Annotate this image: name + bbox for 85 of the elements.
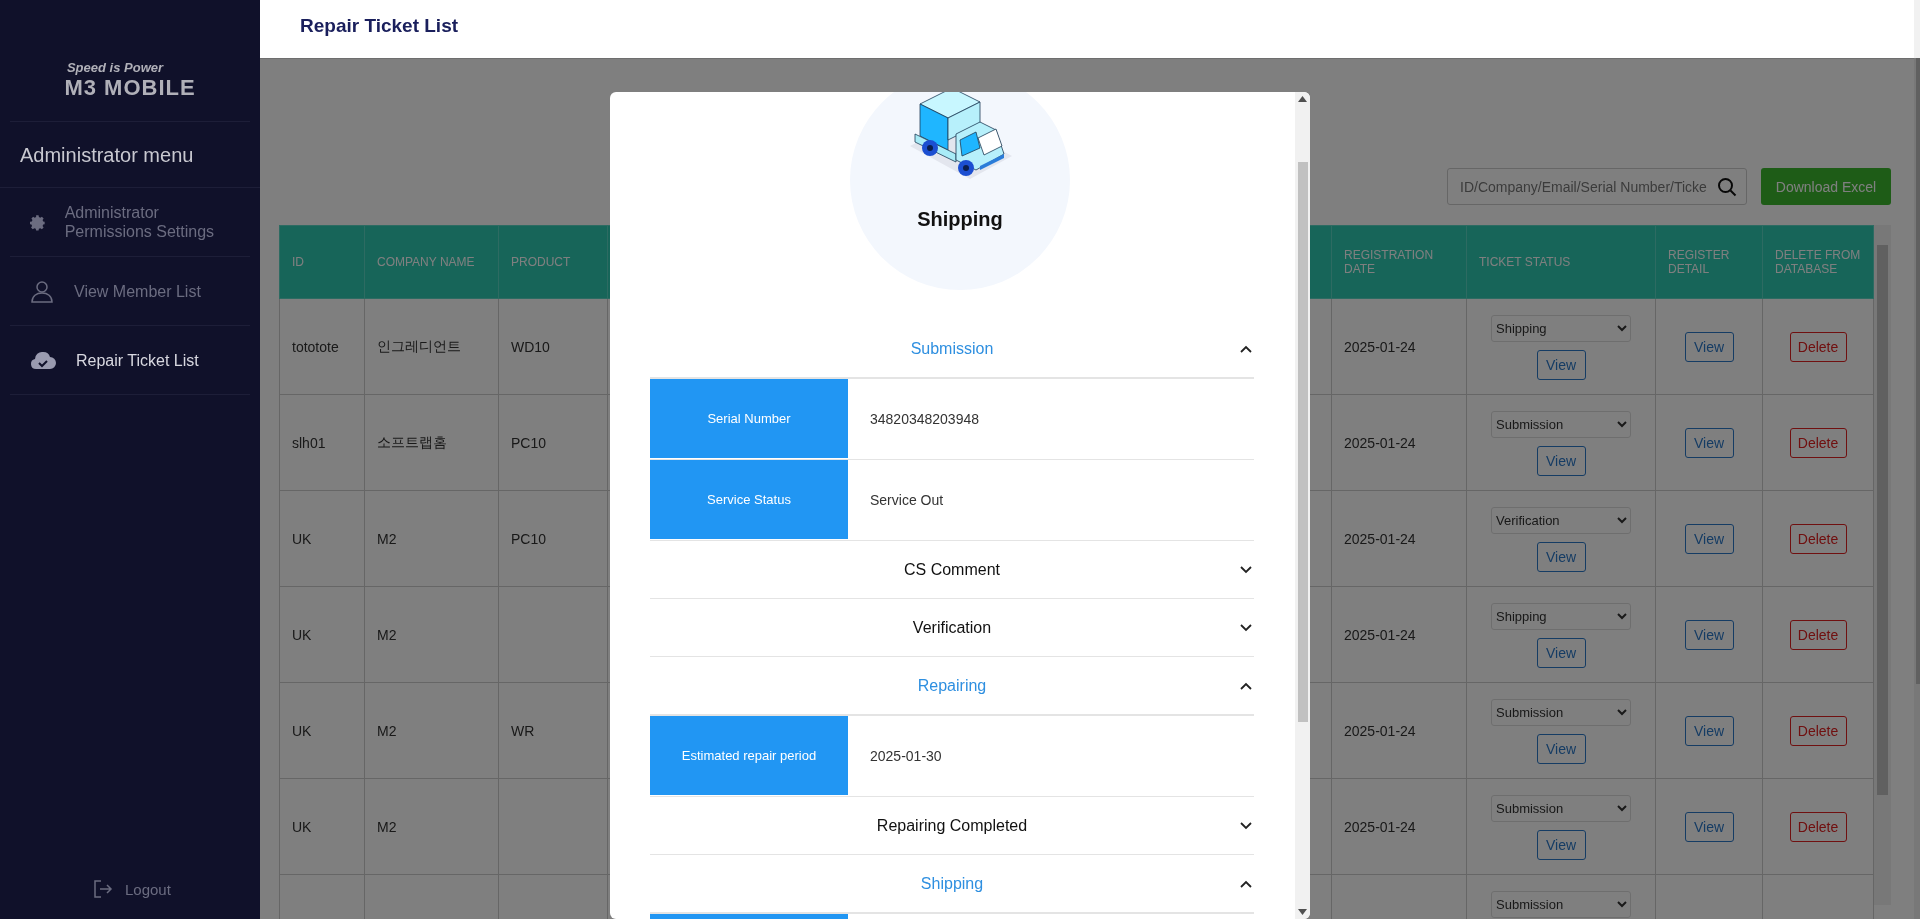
caret-up-icon bbox=[1240, 345, 1252, 353]
logo-tagline: Speed is Power bbox=[66, 60, 164, 75]
scrollbar[interactable] bbox=[1874, 225, 1891, 905]
view-button[interactable]: View bbox=[1684, 811, 1734, 842]
scrollbar[interactable] bbox=[1295, 92, 1310, 919]
table-cell: 소프트랩홈 bbox=[377, 433, 447, 450]
table-cell: WD10 bbox=[511, 338, 550, 355]
sidebar-item[interactable]: Administrator Permissions Settings bbox=[10, 188, 250, 257]
accordion-header[interactable]: CS Comment bbox=[650, 541, 1254, 599]
sidebar-item[interactable]: Repair Ticket List bbox=[10, 326, 250, 395]
delete-button[interactable]: Delete bbox=[1789, 619, 1847, 650]
table-cell: PC10 bbox=[511, 434, 547, 451]
status-dropdown[interactable]: Submission bbox=[1491, 411, 1631, 438]
cloud-icon bbox=[30, 349, 56, 371]
table-cell: UK bbox=[292, 818, 312, 835]
logo: M3 MOBILE bbox=[64, 75, 196, 101]
delete-button[interactable]: Delete bbox=[1789, 427, 1847, 458]
status-title: Shipping bbox=[917, 208, 1003, 231]
view-button[interactable]: View bbox=[1684, 523, 1734, 554]
scroll-up-icon bbox=[1298, 96, 1307, 102]
view-button[interactable]: View bbox=[1536, 734, 1586, 764]
table-cell: UK bbox=[292, 722, 312, 739]
column-header: TICKET STATUS bbox=[1479, 255, 1571, 269]
table-cell: UK bbox=[292, 626, 312, 643]
view-button[interactable]: View bbox=[1536, 446, 1586, 476]
column-header: REGISTRATION DATE bbox=[1344, 248, 1434, 276]
logout-link[interactable]: Logout bbox=[93, 879, 171, 899]
view-button[interactable]: View bbox=[1536, 542, 1586, 572]
view-button[interactable]: View bbox=[1536, 350, 1586, 380]
field-value: 34820348203948 bbox=[869, 410, 979, 429]
view-button[interactable]: View bbox=[1684, 619, 1734, 650]
caret-up-icon bbox=[1240, 682, 1252, 690]
download-button[interactable]: Download Excel bbox=[1761, 168, 1891, 205]
view-button[interactable]: View bbox=[1684, 331, 1734, 362]
table-cell: 2025-01-24 bbox=[1344, 530, 1416, 547]
table-cell: tototote bbox=[292, 338, 339, 355]
column-header: COMPANY NAME bbox=[377, 255, 475, 269]
column-header: REGISTER DETAIL bbox=[1668, 248, 1730, 276]
table-cell: 인그레디언트 bbox=[377, 337, 461, 354]
caret-down-icon bbox=[1240, 624, 1252, 632]
page-title: Repair Ticket List bbox=[300, 15, 459, 37]
caret-down-icon bbox=[1240, 566, 1252, 574]
status-dropdown[interactable]: Submission bbox=[1491, 891, 1631, 918]
delete-button[interactable]: Delete bbox=[1789, 331, 1847, 362]
table-cell: M2 bbox=[377, 818, 397, 835]
table-cell: 2025-01-24 bbox=[1344, 722, 1416, 739]
view-button[interactable]: View bbox=[1684, 427, 1734, 458]
field-label: Serial Number bbox=[650, 379, 848, 459]
field-label: Service Status bbox=[650, 460, 848, 540]
table-cell: M2 bbox=[377, 626, 397, 643]
delete-button[interactable]: Delete bbox=[1789, 811, 1847, 842]
field-value: 2025-01-30 bbox=[869, 747, 942, 766]
status-dropdown[interactable]: Shipping bbox=[1491, 315, 1631, 342]
column-header: PRODUCT bbox=[511, 255, 571, 269]
scroll-down-icon bbox=[1298, 909, 1307, 915]
person-icon bbox=[30, 279, 54, 303]
table-cell: M2 bbox=[377, 530, 397, 547]
status-dropdown[interactable]: Submission bbox=[1491, 795, 1631, 822]
search-icon bbox=[1717, 177, 1737, 197]
delete-button[interactable]: Delete bbox=[1789, 715, 1847, 746]
table-cell: 2025-01-24 bbox=[1344, 626, 1416, 643]
status-dropdown[interactable]: Submission bbox=[1491, 699, 1631, 726]
status-dropdown[interactable]: Verification bbox=[1491, 507, 1631, 534]
logout-icon bbox=[93, 879, 113, 899]
status-dropdown[interactable]: Shipping bbox=[1491, 603, 1631, 630]
table-cell: WR bbox=[511, 722, 535, 739]
search-field[interactable]: ID/Company/Email/Serial Number/Ticke bbox=[1447, 168, 1747, 205]
field-value: Service Out bbox=[869, 491, 944, 510]
view-button[interactable]: View bbox=[1684, 715, 1734, 746]
caret-up-icon bbox=[1240, 880, 1252, 888]
column-header: ID bbox=[292, 255, 304, 269]
table-cell: 2025-01-24 bbox=[1344, 434, 1416, 451]
table-cell: slh01 bbox=[292, 434, 326, 451]
column-header: DELETE FROM DATABASE bbox=[1775, 248, 1861, 276]
table-cell: 2025-01-24 bbox=[1344, 338, 1416, 355]
field-label: Estimated repair period bbox=[650, 716, 848, 796]
table-cell: PC10 bbox=[511, 530, 547, 547]
sidebar-item[interactable]: View Member List bbox=[10, 257, 250, 326]
caret-down-icon bbox=[1240, 822, 1252, 830]
view-button[interactable]: View bbox=[1536, 638, 1586, 668]
delete-button[interactable]: Delete bbox=[1789, 523, 1847, 554]
table-cell: UK bbox=[292, 530, 312, 547]
table-cell: M2 bbox=[377, 722, 397, 739]
view-button[interactable]: View bbox=[1536, 830, 1586, 860]
table-cell: 2025-01-24 bbox=[1344, 818, 1416, 835]
